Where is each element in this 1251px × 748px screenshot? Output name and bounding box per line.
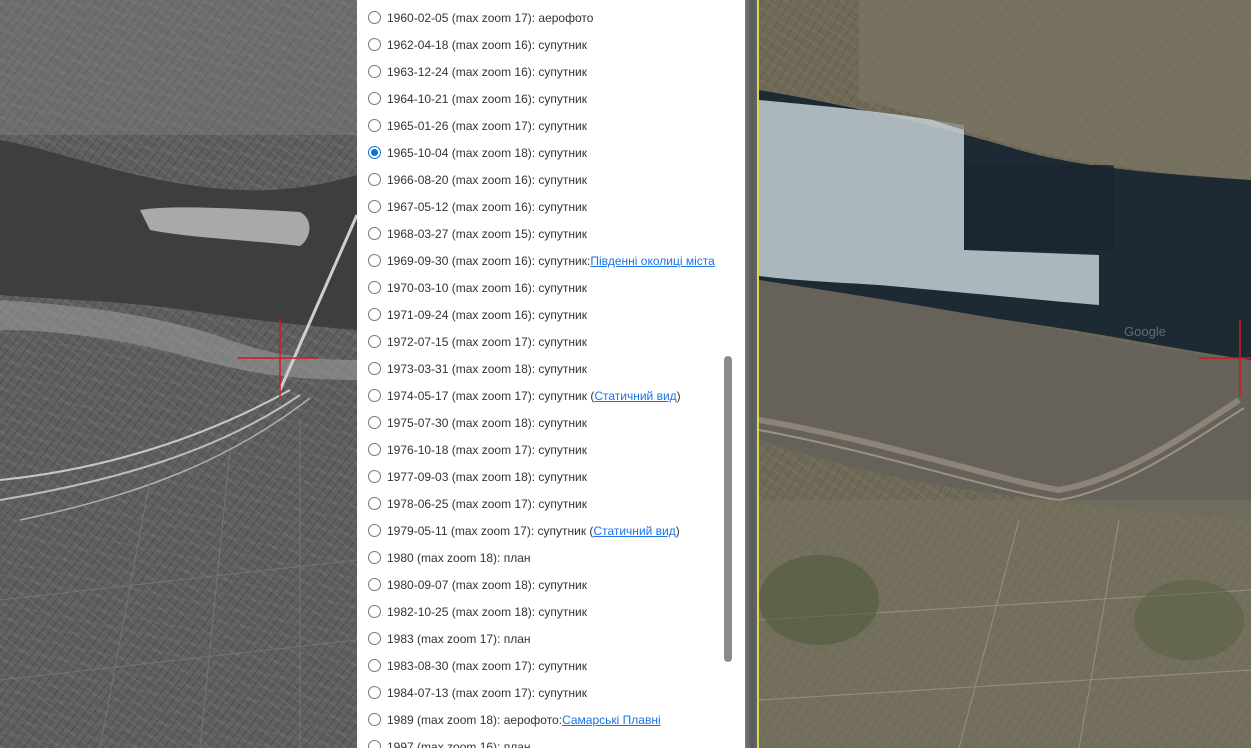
imagery-label: 1970-03-10 (max zoom 16): супутник (387, 280, 587, 295)
imagery-row[interactable]: 1971-09-24 (max zoom 16): супутник (357, 301, 727, 328)
imagery-label: 1983-08-30 (max zoom 17): супутник (387, 658, 587, 673)
imagery-radio[interactable] (368, 227, 381, 240)
imagery-radio[interactable] (368, 119, 381, 132)
imagery-radio[interactable] (368, 470, 381, 483)
imagery-row[interactable]: 1973-03-31 (max zoom 18): супутник (357, 355, 727, 382)
historical-map-left[interactable] (0, 0, 357, 748)
imagery-radio[interactable] (368, 686, 381, 699)
imagery-label: 1963-12-24 (max zoom 16): супутник (387, 64, 587, 79)
imagery-label: 1968-03-27 (max zoom 15): супутник (387, 226, 587, 241)
imagery-row[interactable]: 1965-10-04 (max zoom 18): супутник (357, 139, 727, 166)
imagery-radio[interactable] (368, 146, 381, 159)
imagery-label: 1967-05-12 (max zoom 16): супутник (387, 199, 587, 214)
imagery-row[interactable]: 1962-04-18 (max zoom 16): супутник (357, 31, 727, 58)
imagery-row[interactable]: 1960-02-05 (max zoom 17): аерофото (357, 4, 727, 31)
imagery-row[interactable]: 1968-03-27 (max zoom 15): супутник (357, 220, 727, 247)
imagery-list-panel: 1960-02-05 (max zoom 17): аерофото 1962-0… (357, 0, 745, 748)
imagery-radio[interactable] (368, 362, 381, 375)
scrollbar-thumb[interactable] (724, 356, 732, 662)
imagery-radio[interactable] (368, 416, 381, 429)
imagery-label: 1960-02-05 (max zoom 17): аерофото (387, 10, 594, 25)
imagery-row[interactable]: 1966-08-20 (max zoom 16): супутник (357, 166, 727, 193)
imagery-radio[interactable] (368, 524, 381, 537)
imagery-row[interactable]: 1989 (max zoom 18): аерофото: Самарські … (357, 706, 727, 733)
imagery-row[interactable]: 1983-08-30 (max zoom 17): супутник (357, 652, 727, 679)
imagery-radio[interactable] (368, 578, 381, 591)
imagery-radio[interactable] (368, 443, 381, 456)
imagery-link[interactable]: Статичний вид (593, 524, 675, 538)
imagery-row[interactable]: 1964-10-21 (max zoom 16): супутник (357, 85, 727, 112)
imagery-row[interactable]: 1978-06-25 (max zoom 17): супутник (357, 490, 727, 517)
imagery-radio[interactable] (368, 713, 381, 726)
imagery-radio[interactable] (368, 254, 381, 267)
imagery-label: 1997 (max zoom 16): план (387, 739, 531, 748)
imagery-radio[interactable] (368, 605, 381, 618)
imagery-row[interactable]: 1979-05-11 (max zoom 17): супутник (Стат… (357, 517, 727, 544)
satellite-map-graphics: Google (759, 0, 1251, 748)
imagery-label: 1965-10-04 (max zoom 18): супутник (387, 145, 587, 160)
imagery-label: 1983 (max zoom 17): план (387, 631, 531, 646)
historical-map-graphics (0, 0, 357, 748)
imagery-radio[interactable] (368, 281, 381, 294)
imagery-radio[interactable] (368, 38, 381, 51)
imagery-row[interactable]: 1983 (max zoom 17): план (357, 625, 727, 652)
imagery-row[interactable]: 1970-03-10 (max zoom 16): супутник (357, 274, 727, 301)
imagery-radio[interactable] (368, 389, 381, 402)
imagery-label: 1978-06-25 (max zoom 17): супутник (387, 496, 587, 511)
imagery-label-suffix: ) (675, 523, 680, 538)
imagery-label: 1976-10-18 (max zoom 17): супутник (387, 442, 587, 457)
imagery-radio[interactable] (368, 740, 381, 748)
imagery-row[interactable]: 1980-09-07 (max zoom 18): супутник (357, 571, 727, 598)
imagery-date-list: 1960-02-05 (max zoom 17): аерофото 1962-0… (357, 4, 727, 748)
imagery-row[interactable]: 1974-05-17 (max zoom 17): супутник (Стат… (357, 382, 727, 409)
imagery-label: 1980 (max zoom 18): план (387, 550, 531, 565)
imagery-label: 1980-09-07 (max zoom 18): супутник (387, 577, 587, 592)
imagery-radio[interactable] (368, 659, 381, 672)
imagery-row[interactable]: 1980 (max zoom 18): план (357, 544, 727, 571)
imagery-row[interactable]: 1972-07-15 (max zoom 17): супутник (357, 328, 727, 355)
imagery-row[interactable]: 1963-12-24 (max zoom 16): супутник (357, 58, 727, 85)
imagery-label: 1969-09-30 (max zoom 16): супутник: (387, 253, 591, 268)
imagery-radio[interactable] (368, 173, 381, 186)
imagery-link[interactable]: Південні околиці міста (590, 254, 714, 268)
imagery-label: 1964-10-21 (max zoom 16): супутник (387, 91, 587, 106)
imagery-radio[interactable] (368, 632, 381, 645)
satellite-map-right[interactable]: Google (759, 0, 1251, 748)
imagery-row[interactable]: 1976-10-18 (max zoom 17): супутник (357, 436, 727, 463)
imagery-row[interactable]: 1997 (max zoom 16): план (357, 733, 727, 748)
imagery-link[interactable]: Статичний вид (594, 389, 676, 403)
imagery-label: 1972-07-15 (max zoom 17): супутник (387, 334, 587, 349)
imagery-label: 1966-08-20 (max zoom 16): супутник (387, 172, 587, 187)
imagery-radio[interactable] (368, 200, 381, 213)
imagery-radio[interactable] (368, 497, 381, 510)
imagery-label: 1979-05-11 (max zoom 17): супутник ( (387, 523, 594, 538)
imagery-row[interactable]: 1984-07-13 (max zoom 17): супутник (357, 679, 727, 706)
imagery-radio[interactable] (368, 65, 381, 78)
imagery-row[interactable]: 1969-09-30 (max zoom 16): супутник: Півд… (357, 247, 727, 274)
imagery-label: 1965-01-26 (max zoom 17): супутник (387, 118, 587, 133)
imagery-radio[interactable] (368, 551, 381, 564)
map-watermark: Google (1124, 324, 1166, 339)
imagery-row[interactable]: 1975-07-30 (max zoom 18): супутник (357, 409, 727, 436)
imagery-label: 1973-03-31 (max zoom 18): супутник (387, 361, 587, 376)
imagery-label: 1971-09-24 (max zoom 16): супутник (387, 307, 587, 322)
imagery-label: 1974-05-17 (max zoom 17): супутник ( (387, 388, 595, 403)
imagery-row[interactable]: 1967-05-12 (max zoom 16): супутник (357, 193, 727, 220)
imagery-row[interactable]: 1965-01-26 (max zoom 17): супутник (357, 112, 727, 139)
imagery-radio[interactable] (368, 11, 381, 24)
imagery-label: 1975-07-30 (max zoom 18): супутник (387, 415, 587, 430)
imagery-label: 1984-07-13 (max zoom 17): супутник (387, 685, 587, 700)
imagery-label: 1977-09-03 (max zoom 18): супутник (387, 469, 587, 484)
imagery-radio[interactable] (368, 335, 381, 348)
imagery-link[interactable]: Самарські Плавні (562, 713, 661, 727)
imagery-radio[interactable] (368, 92, 381, 105)
imagery-radio[interactable] (368, 308, 381, 321)
imagery-row[interactable]: 1982-10-25 (max zoom 18): супутник (357, 598, 727, 625)
imagery-label: 1989 (max zoom 18): аерофото: (387, 712, 563, 727)
imagery-label: 1982-10-25 (max zoom 18): супутник (387, 604, 587, 619)
imagery-row[interactable]: 1977-09-03 (max zoom 18): супутник (357, 463, 727, 490)
imagery-label: 1962-04-18 (max zoom 16): супутник (387, 37, 587, 52)
imagery-label-suffix: ) (676, 388, 681, 403)
